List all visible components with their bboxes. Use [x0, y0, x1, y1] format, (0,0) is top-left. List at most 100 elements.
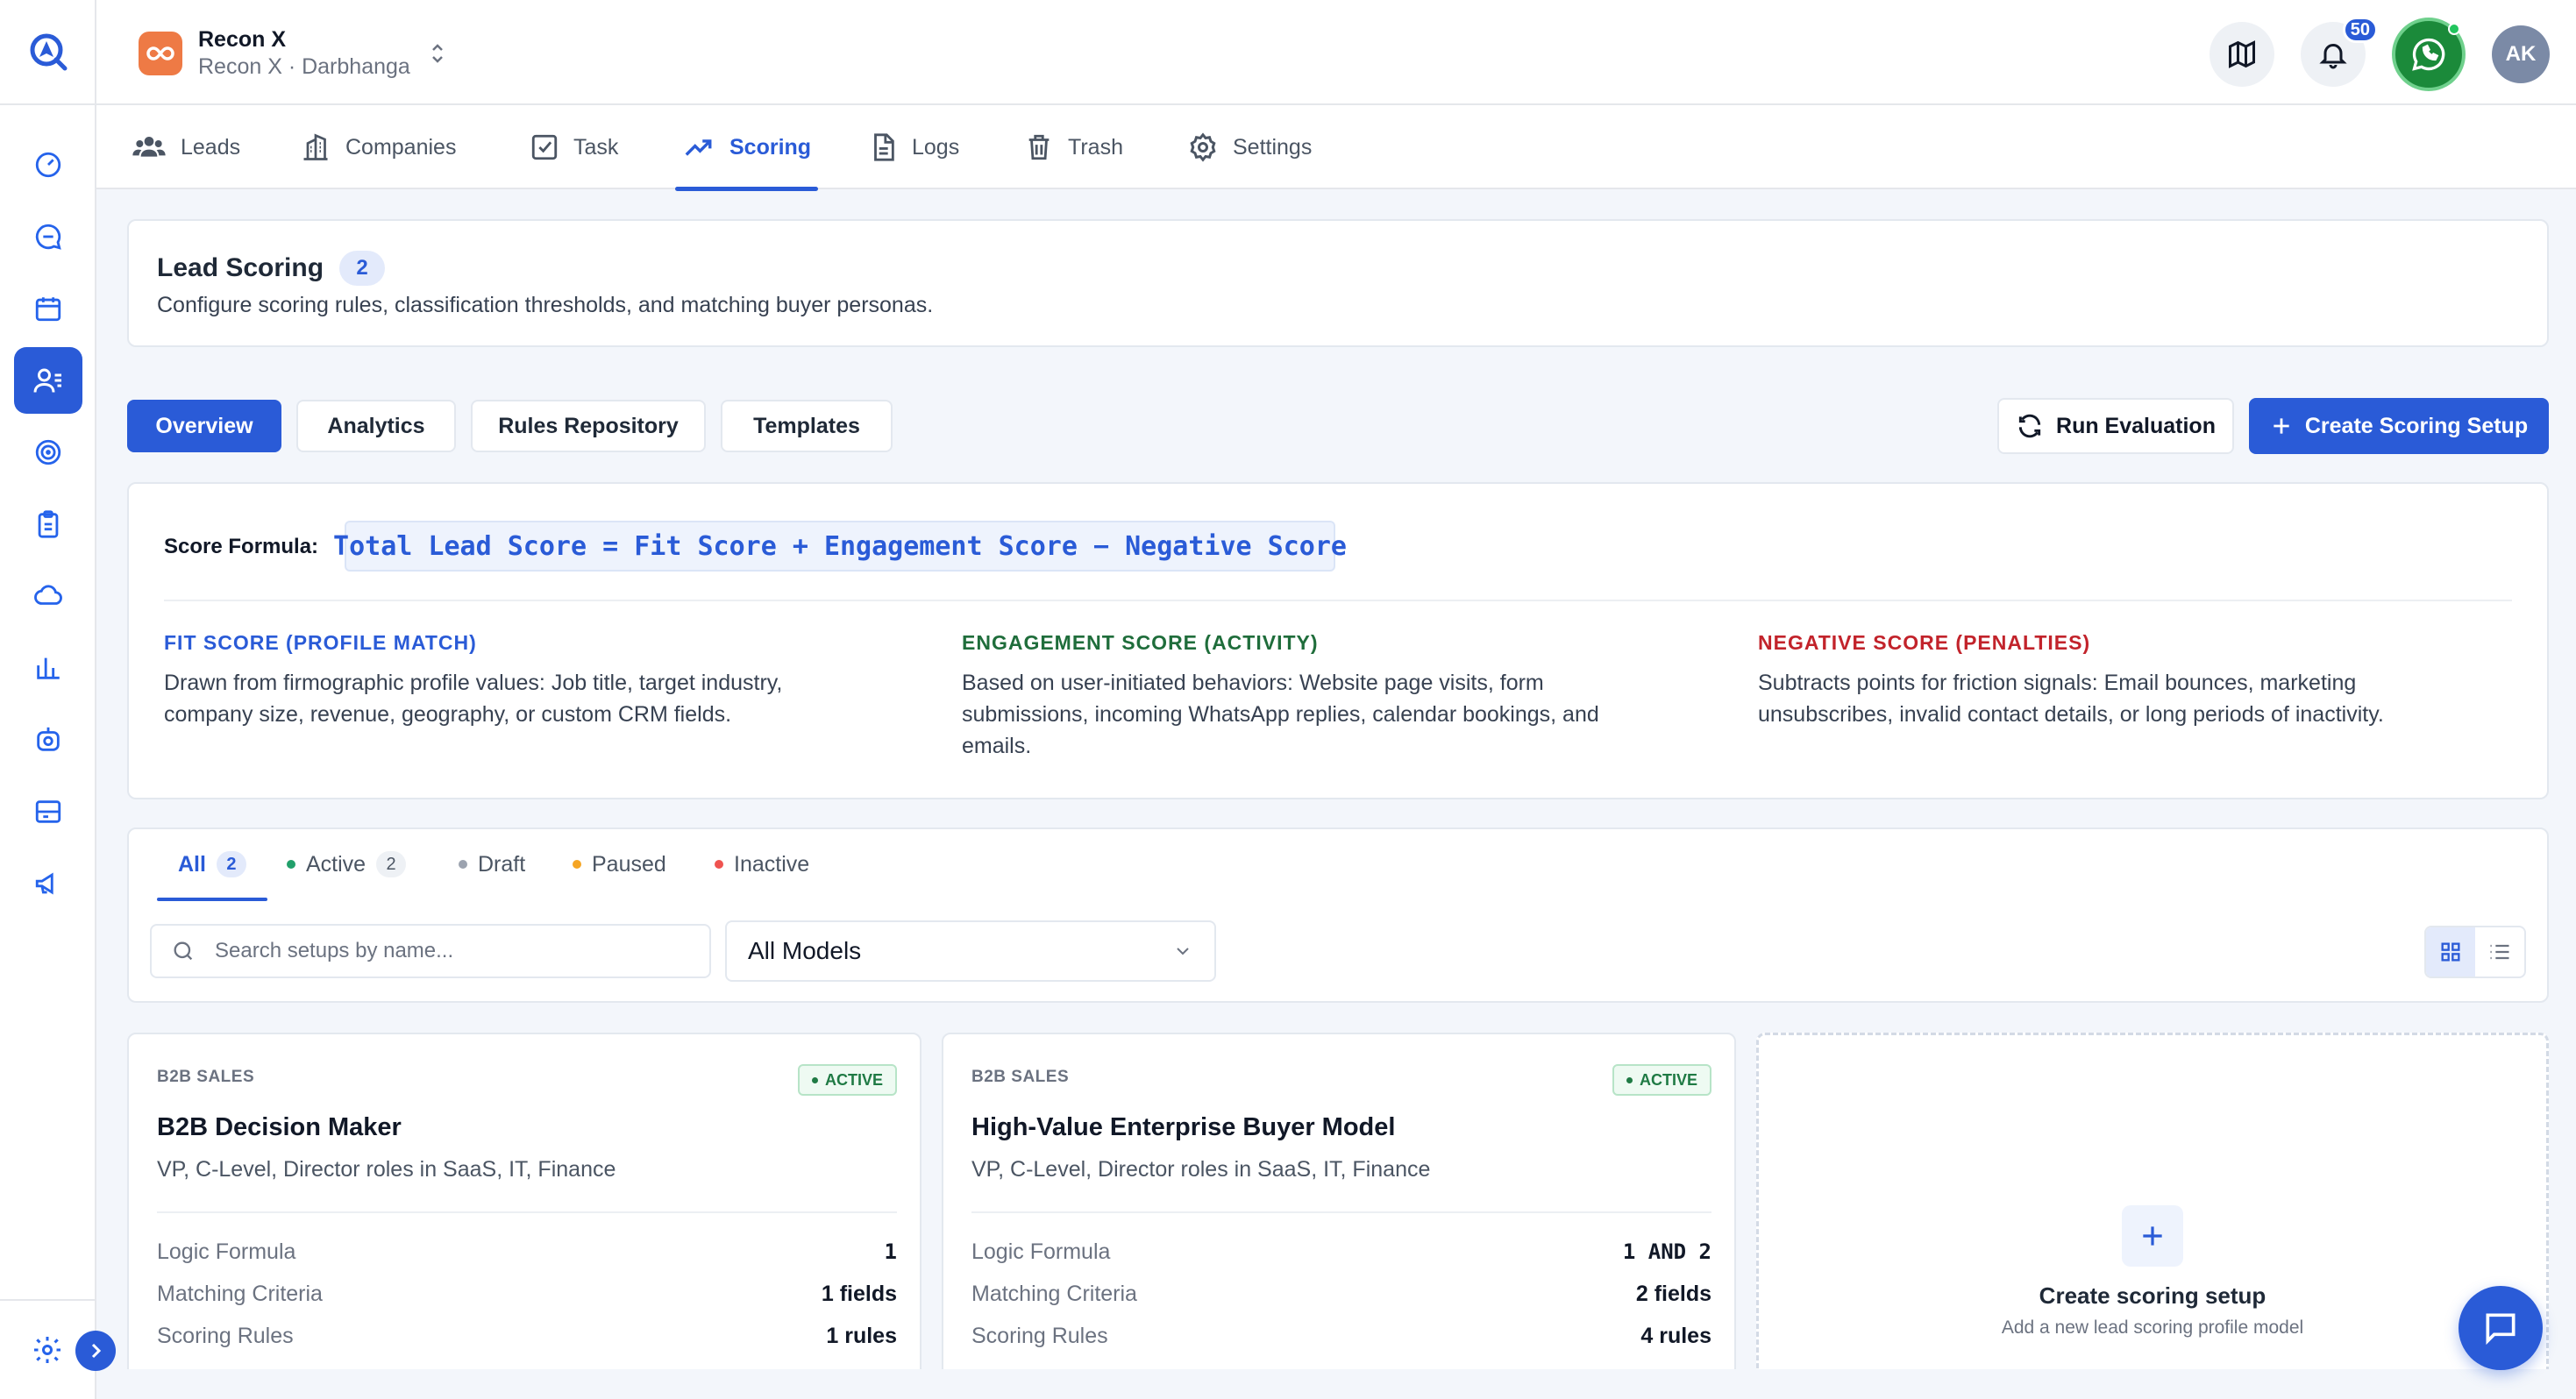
- rail-expand-button[interactable]: [75, 1331, 116, 1371]
- rail-nav: [0, 131, 96, 922]
- status-tab-inactive[interactable]: Inactive: [715, 829, 809, 899]
- rail-bot[interactable]: [14, 707, 82, 773]
- setup-card[interactable]: B2B SALES ACTIVE High-Value Enterprise B…: [942, 1033, 1736, 1399]
- rail-leads[interactable]: [14, 347, 82, 414]
- grid-icon: [2441, 942, 2460, 962]
- rail-targets[interactable]: [14, 419, 82, 486]
- status-tab-paused[interactable]: Paused: [573, 829, 666, 899]
- map-button[interactable]: [2210, 22, 2274, 87]
- run-evaluation-button[interactable]: Run Evaluation: [1997, 398, 2234, 454]
- tab-label: Task: [573, 134, 619, 160]
- view-tab-overview[interactable]: Overview: [127, 400, 281, 452]
- status-badge: ACTIVE: [1612, 1064, 1711, 1096]
- status-dot: [1626, 1076, 1633, 1083]
- setup-description: VP, C-Level, Director roles in SaaS, IT,…: [971, 1157, 1431, 1182]
- tab-trash[interactable]: Trash: [1024, 105, 1123, 189]
- plus-icon: [2122, 1205, 2183, 1267]
- setup-row-logic: Logic Formula 1: [157, 1239, 897, 1265]
- user-list-icon: [33, 368, 61, 393]
- page-description: Configure scoring rules, classification …: [157, 293, 934, 317]
- clipboard-icon: [38, 510, 59, 538]
- setup-category: B2B SALES: [971, 1068, 1070, 1086]
- formula-label: Score Formula:: [164, 535, 319, 558]
- setup-row-rules: Scoring Rules 1 rules: [157, 1324, 897, 1349]
- notification-badge: 50: [2342, 17, 2378, 43]
- view-tab-analytics[interactable]: Analytics: [296, 400, 456, 452]
- fit-score-text: Drawn from firmographic profile values: …: [164, 671, 783, 727]
- setup-row-criteria: Matching Criteria 1 fields: [157, 1282, 897, 1307]
- rail-inbox[interactable]: [14, 778, 82, 845]
- setup-row-rules: Scoring Rules 4 rules: [971, 1324, 1711, 1349]
- chat-icon: [2486, 1313, 2516, 1346]
- whatsapp-button[interactable]: [2392, 18, 2466, 91]
- tab-settings[interactable]: Settings: [1187, 105, 1312, 189]
- view-tab-rules-repository[interactable]: Rules Repository: [471, 400, 706, 452]
- file-icon: [868, 132, 898, 162]
- calendar-icon: [35, 297, 61, 322]
- workspace-name: Recon X: [198, 27, 287, 52]
- target-icon: [35, 439, 61, 465]
- rail-dashboard[interactable]: [14, 131, 82, 198]
- whatsapp-icon: [2412, 38, 2445, 71]
- user-avatar[interactable]: AK: [2492, 25, 2550, 83]
- rail-cloud[interactable]: [14, 563, 82, 629]
- refresh-icon: [2016, 412, 2044, 440]
- rail-clipboard[interactable]: [14, 491, 82, 557]
- workspace-switcher[interactable]: Recon X Recon X · Darbhanga: [139, 26, 447, 81]
- rail-calendar[interactable]: [14, 275, 82, 342]
- lead-scoring-header: Lead Scoring 2 Configure scoring rules, …: [127, 219, 2549, 347]
- engagement-score-text: Based on user-initiated behaviors: Websi…: [962, 671, 1599, 758]
- workspace-subtitle: Recon X · Darbhanga: [198, 54, 410, 79]
- logo-icon: [30, 33, 68, 71]
- module-tabs: Leads Companies Task Scoring Logs Trash …: [96, 105, 2576, 191]
- create-setup-card[interactable]: Create scoring setup Add a new lead scor…: [1756, 1033, 2549, 1399]
- status-dot-draft: [459, 860, 467, 869]
- list-view-button[interactable]: [2475, 927, 2524, 976]
- rail-chat[interactable]: [14, 203, 82, 270]
- grid-view-button[interactable]: [2426, 927, 2475, 976]
- support-chat-button[interactable]: [2459, 1286, 2543, 1370]
- row-value: 1 rules: [826, 1324, 897, 1348]
- create-scoring-setup-button[interactable]: Create Scoring Setup: [2249, 398, 2549, 454]
- model-select-value: All Models: [748, 937, 862, 964]
- view-tab-templates[interactable]: Templates: [721, 400, 893, 452]
- tab-logs[interactable]: Logs: [868, 105, 959, 189]
- rail-campaigns[interactable]: [14, 850, 82, 917]
- status-text: ACTIVE: [1639, 1070, 1697, 1089]
- setup-card[interactable]: B2B SALES ACTIVE B2B Decision Maker VP, …: [127, 1033, 922, 1399]
- status-dot-inactive: [715, 860, 723, 869]
- app-logo[interactable]: [0, 0, 96, 105]
- status-text: ACTIVE: [824, 1070, 883, 1089]
- status-tab-count: 2: [376, 851, 407, 877]
- notifications-button[interactable]: 50: [2301, 17, 2378, 87]
- tab-label: Leads: [181, 134, 241, 160]
- rail-reports[interactable]: [14, 635, 82, 701]
- cloud-icon: [34, 585, 62, 605]
- row-value: 1 fields: [821, 1282, 897, 1306]
- tab-scoring[interactable]: Scoring: [674, 105, 819, 191]
- run-evaluation-label: Run Evaluation: [2056, 413, 2216, 438]
- tab-leads[interactable]: Leads: [132, 105, 240, 189]
- search-placeholder: Search setups by name...: [215, 939, 454, 962]
- status-tab-label: Draft: [478, 851, 526, 877]
- create-scoring-setup-label: Create Scoring Setup: [2304, 413, 2529, 438]
- status-tab-draft[interactable]: Draft: [459, 829, 525, 899]
- create-setup-title: Create scoring setup: [2039, 1282, 2266, 1309]
- rail-settings[interactable]: [32, 1334, 63, 1366]
- status-tab-all[interactable]: All 2: [157, 829, 267, 901]
- search-setups-input[interactable]: Search setups by name...: [150, 924, 711, 978]
- map-icon: [2229, 40, 2255, 68]
- tab-task[interactable]: Task: [530, 105, 618, 189]
- tab-label: Companies: [345, 134, 457, 160]
- bell-icon: [2319, 44, 2347, 69]
- row-key: Scoring Rules: [971, 1324, 1108, 1348]
- tab-companies[interactable]: Companies: [300, 105, 456, 189]
- trash-icon: [1024, 132, 1054, 162]
- model-select[interactable]: All Models: [725, 920, 1216, 982]
- tab-label: Scoring: [729, 134, 812, 160]
- tab-label: Settings: [1233, 134, 1313, 160]
- page-title: Lead Scoring: [157, 253, 324, 282]
- status-tab-active[interactable]: Active 2: [287, 829, 407, 899]
- setup-description: VP, C-Level, Director roles in SaaS, IT,…: [157, 1157, 616, 1182]
- bot-icon: [37, 727, 60, 751]
